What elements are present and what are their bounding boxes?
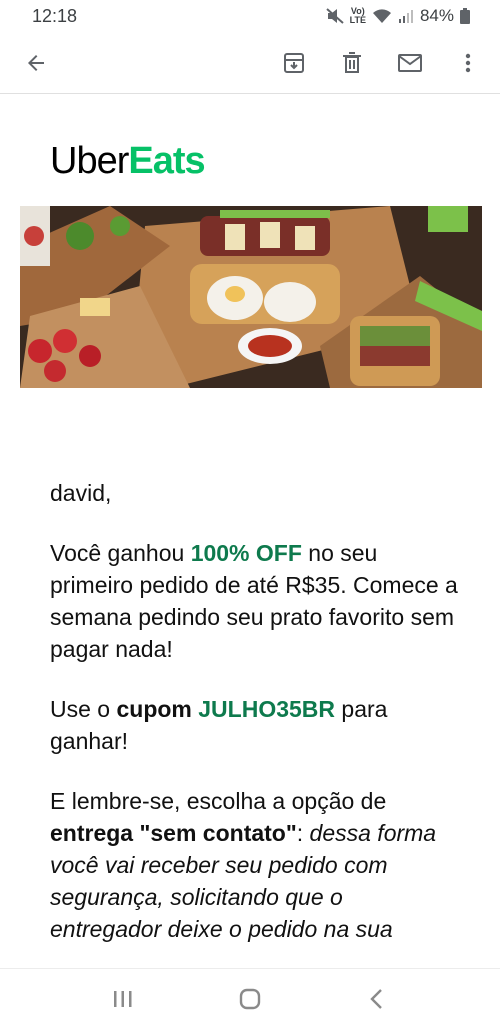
- offer-highlight: 100% OFF: [190, 540, 302, 566]
- status-time: 12:18: [32, 5, 78, 26]
- archive-button[interactable]: [276, 45, 312, 81]
- trash-icon: [343, 51, 361, 73]
- home-icon: [239, 988, 261, 1009]
- toolbar-actions: [254, 45, 486, 81]
- back-arrow-icon: [28, 54, 44, 71]
- back-button[interactable]: [18, 45, 54, 81]
- logo-eats: Eats: [128, 140, 205, 182]
- archive-icon: [284, 52, 304, 73]
- mail-icon: [398, 53, 422, 72]
- email-toolbar: [0, 32, 500, 94]
- mute-icon: [325, 8, 344, 24]
- more-vert-icon: [465, 53, 471, 72]
- offer-text-a: Você ganhou: [50, 540, 191, 566]
- food-hero-image[interactable]: [20, 206, 482, 388]
- coupon-code: JULHO35BR: [198, 696, 336, 722]
- coupon-text-a: Use o: [50, 696, 117, 722]
- back-icon: [369, 988, 382, 1009]
- email-message: david, Você ganhou 100% OFF no seu prime…: [50, 477, 460, 968]
- mark-unread-button[interactable]: [392, 45, 428, 81]
- coupon-word: cupom: [116, 696, 192, 722]
- signal-icon: [398, 8, 414, 24]
- delivery-colon: :: [296, 820, 310, 846]
- more-options-button[interactable]: [450, 45, 486, 81]
- recent-apps-button[interactable]: [103, 979, 143, 1019]
- battery-percent: 84%: [419, 6, 454, 25]
- greeting: david,: [50, 480, 112, 506]
- home-button[interactable]: [230, 979, 270, 1019]
- email-body: UberEats david, Você ganhou 100% OFF no …: [0, 95, 500, 968]
- volte-bottom-label: LTE: [349, 15, 366, 25]
- delivery-bold: entrega "sem contato": [50, 820, 297, 846]
- back-nav-button[interactable]: [357, 979, 397, 1019]
- offer-paragraph: Você ganhou 100% OFF no seu primeiro ped…: [50, 537, 460, 665]
- wifi-icon: [372, 8, 392, 24]
- status-icons: Vo) LTE 84%: [325, 6, 470, 26]
- delivery-paragraph: E lembre-se, escolha a opção de entrega …: [50, 785, 460, 945]
- status-bar: 12:18 Vo) LTE 84%: [0, 0, 500, 32]
- recent-apps-icon: [114, 990, 132, 1007]
- delivery-text-a: E lembre-se, escolha a opção de: [50, 788, 387, 814]
- uber-eats-logo: UberEats: [50, 140, 206, 183]
- logo-uber: Uber: [50, 140, 129, 182]
- system-nav-bar: [0, 968, 500, 1028]
- coupon-paragraph: Use o cupom JULHO35BR para ganhar!: [50, 693, 460, 757]
- volte-icon: Vo) LTE: [350, 7, 366, 25]
- delete-button[interactable]: [334, 45, 370, 81]
- battery-icon: [460, 8, 470, 24]
